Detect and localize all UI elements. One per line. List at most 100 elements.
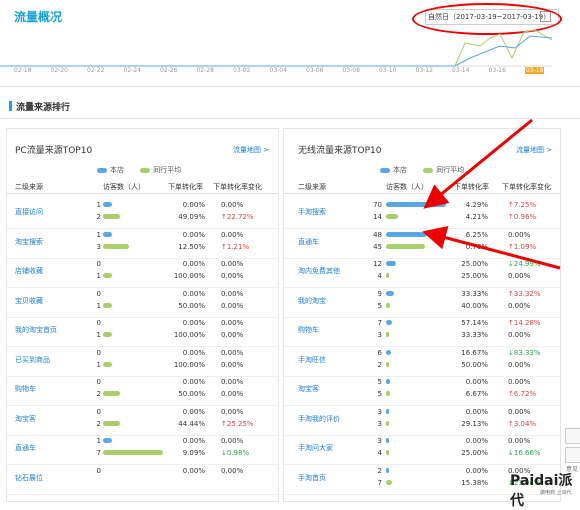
traffic-source-link[interactable]: 淘宝客 <box>15 414 36 424</box>
x-tick-label: 03-16 <box>488 67 506 74</box>
row-divider <box>284 405 560 406</box>
conversion-rate-change: 0.00% <box>221 378 244 386</box>
wireless-traffic-map-link[interactable]: 流量地图 > <box>516 145 552 155</box>
conversion-rate-change: 0.00% <box>508 360 531 369</box>
traffic-source-link[interactable]: 直通车 <box>298 237 319 247</box>
row-divider <box>7 287 278 288</box>
traffic-source-link[interactable]: 宝贝收藏 <box>15 296 43 306</box>
row-divider <box>284 316 560 318</box>
conversion-rate-change: ↑0.96% <box>508 213 537 221</box>
conversion-rate: 50.00% <box>178 390 205 398</box>
conversion-rate: 25.00% <box>461 260 488 268</box>
visitor-count: 2 <box>96 213 101 221</box>
conversion-rate-change: ↑25.25% <box>221 419 254 428</box>
traffic-source-link[interactable]: 已买到商品 <box>15 355 50 365</box>
visitor-count: 5 <box>377 378 382 386</box>
section-title: 流量来源排行 <box>16 103 71 113</box>
visitor-count: 9 <box>377 289 382 298</box>
edit-icon[interactable] <box>565 447 580 463</box>
traffic-source-link[interactable]: 直通车 <box>15 443 36 453</box>
traffic-source-link[interactable]: 购物车 <box>15 384 36 394</box>
conversion-rate: 100.00% <box>173 272 205 280</box>
visitor-count: 5 <box>377 301 382 310</box>
conversion-rate-change: ↓16.66% <box>508 449 541 457</box>
visitor-count: 70 <box>373 201 382 209</box>
visitor-count: 0 <box>96 260 101 268</box>
legend-shop: 本店 <box>110 166 124 174</box>
conversion-rate-change: 0.00% <box>508 230 531 239</box>
conversion-rate: 50.00% <box>178 301 205 310</box>
traffic-source-link[interactable]: 直接访问 <box>15 207 43 217</box>
page-title: 流量概况 <box>14 10 63 24</box>
visitor-count: 4 <box>377 272 382 280</box>
traffic-source-link[interactable]: 淘宝搜索 <box>15 237 43 247</box>
row-divider <box>7 375 278 377</box>
conversion-rate: 6.67% <box>465 390 488 398</box>
grid-icon[interactable] <box>565 428 580 444</box>
conversion-rate: 4.29% <box>465 201 488 209</box>
conversion-rate-change: ↑1.21% <box>221 242 250 251</box>
x-tick-label: 02-22 <box>87 67 105 74</box>
shop-visitor-bar <box>103 231 112 237</box>
conversion-rate: 50.00% <box>461 360 488 369</box>
traffic-source-link[interactable]: 手淘搜索 <box>298 207 326 217</box>
conversion-rate-change: 0.00% <box>221 230 244 239</box>
conversion-rate-change: 0.00% <box>221 260 244 268</box>
conversion-rate: 16.67% <box>461 348 488 357</box>
conversion-rate-change: 0.00% <box>221 407 244 416</box>
conversion-rate: 0.00% <box>182 289 205 298</box>
peer-visitor-bar <box>386 332 389 337</box>
conversion-rate: 33.33% <box>461 331 488 339</box>
conversion-rate: 0.00% <box>182 230 205 239</box>
conversion-rate-change: ↑1.09% <box>508 242 537 251</box>
col-header-visitors: 访客数（人） <box>386 183 428 191</box>
conversion-rate-change: ↑14.28% <box>508 319 541 327</box>
conversion-rate-change: ↑7.25% <box>508 201 537 209</box>
row-divider <box>7 316 278 318</box>
pc-traffic-panel: PC流量来源TOP10 流量地图 > 本店 同行平均 二级来源 访客数（人） 下… <box>6 128 279 502</box>
wireless-panel-title: 无线流量来源TOP10 <box>298 146 382 156</box>
visitor-count: 12 <box>373 260 382 268</box>
traffic-source-link[interactable]: 手淘问大家 <box>298 443 333 453</box>
conversion-rate-change: 0.00% <box>508 378 531 386</box>
peer-visitor-bar <box>103 214 121 219</box>
watermark-sub: 做电商 上派代 <box>540 490 572 496</box>
conversion-rate-change: 0.00% <box>221 289 244 298</box>
traffic-source-link[interactable]: 我的淘宝 <box>298 296 326 306</box>
legend-swatch-shop <box>380 167 390 173</box>
shop-visitor-bar <box>386 438 389 443</box>
x-tick-label: 02-28 <box>196 67 214 74</box>
conversion-rate: 0.00% <box>182 466 205 475</box>
traffic-source-link[interactable]: 淘宝客 <box>298 384 319 394</box>
visitor-count: 48 <box>373 230 382 239</box>
row-divider <box>284 228 560 229</box>
visitor-count: 2 <box>96 419 101 428</box>
conversion-rate: 0.00% <box>182 260 205 268</box>
x-tick-label: 03-12 <box>415 67 433 74</box>
peer-visitor-bar <box>103 450 163 455</box>
traffic-source-link[interactable]: 淘内免费其他 <box>298 266 340 276</box>
peer-visitor-bar <box>103 420 121 426</box>
conversion-rate-change: 0.00% <box>221 437 244 445</box>
row-divider <box>284 257 560 259</box>
conversion-rate: 0.00% <box>465 378 488 386</box>
traffic-source-link[interactable]: 购物车 <box>298 325 319 335</box>
conversion-rate: 57.14% <box>461 319 488 327</box>
peer-visitor-bar <box>103 273 112 278</box>
conversion-rate: 29.13% <box>461 419 488 428</box>
traffic-source-link[interactable]: 我的淘宝首页 <box>15 325 57 335</box>
traffic-source-link[interactable]: 手淘旺信 <box>298 355 326 365</box>
traffic-source-link[interactable]: 手淘首页 <box>298 473 326 483</box>
conversion-rate: 0.00% <box>465 437 488 445</box>
shop-visitor-bar <box>386 349 392 355</box>
traffic-source-link[interactable]: 钻石展位 <box>15 473 43 483</box>
conversion-rate-change: 0.00% <box>221 301 244 310</box>
traffic-source-link[interactable]: 手淘我的评价 <box>298 414 340 424</box>
pc-traffic-map-link[interactable]: 流量地图 > <box>233 145 269 155</box>
conversion-rate: 100.00% <box>173 331 205 339</box>
visitor-count: 3 <box>377 437 382 445</box>
traffic-source-link[interactable]: 店铺收藏 <box>15 266 43 276</box>
conversion-rate: 25.00% <box>461 449 488 457</box>
x-tick-label: 03-10 <box>379 67 397 74</box>
peer-visitor-bar <box>386 420 389 426</box>
